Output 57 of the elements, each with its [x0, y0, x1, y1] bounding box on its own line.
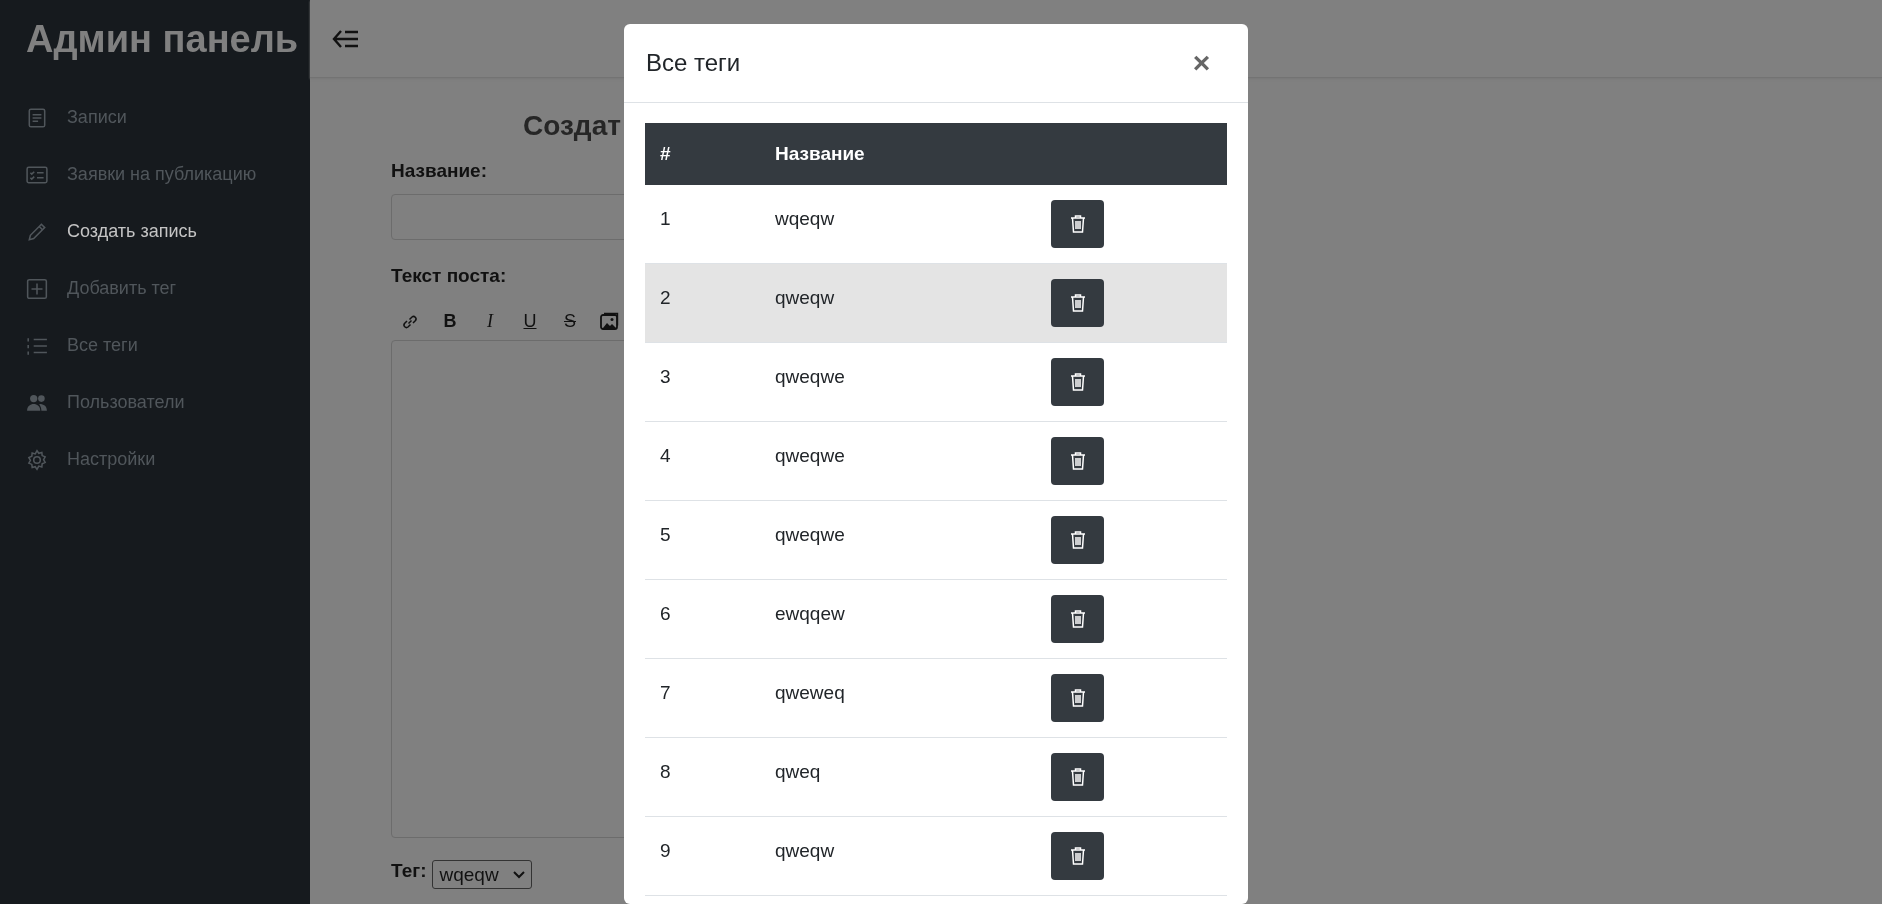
trash-icon	[1068, 214, 1087, 234]
table-cell-text: 6	[659, 602, 672, 626]
sidebar-item[interactable]: Создать запись	[26, 203, 310, 260]
page-heading: Создат	[523, 110, 622, 142]
document-icon	[26, 106, 48, 129]
chevron-down-icon	[512, 869, 525, 880]
trash-icon	[1068, 609, 1087, 629]
delete-button[interactable]	[1051, 595, 1104, 643]
underline-tool[interactable]: U	[515, 311, 545, 332]
trash-icon	[1068, 293, 1087, 313]
delete-button[interactable]	[1051, 753, 1104, 801]
app-title: Админ панель	[26, 17, 300, 62]
field-label: Тег:	[391, 860, 427, 882]
table-cell-text: ewqqew	[774, 602, 846, 626]
delete-button[interactable]	[1051, 832, 1104, 880]
field-label: Текст поста:	[391, 265, 507, 287]
close-button[interactable]: ×	[1175, 39, 1228, 87]
trash-icon	[1068, 451, 1087, 471]
table-cell-text: 3	[659, 365, 672, 389]
tag-select[interactable]: wqeqw	[432, 860, 532, 889]
table-row[interactable]: 2 qweqw	[645, 264, 1227, 343]
table-cell-text: qweqwe	[774, 444, 846, 468]
trash-icon	[1068, 688, 1087, 708]
table-cell-text: qweweq	[774, 681, 846, 705]
table-cell-text: 5	[659, 523, 672, 547]
table-cell-text: wqeqw	[774, 207, 836, 231]
table-cell-text: qweqw	[774, 286, 836, 310]
trash-icon	[1068, 767, 1087, 787]
bold-tool[interactable]: B	[435, 311, 465, 332]
table-cell-text: qweq	[774, 760, 822, 784]
column-header: #	[659, 143, 672, 165]
table-cell-text: qweqw	[774, 839, 836, 863]
delete-button[interactable]	[1051, 674, 1104, 722]
delete-button[interactable]	[1051, 200, 1104, 248]
delete-button[interactable]	[1051, 516, 1104, 564]
trash-icon	[1068, 372, 1087, 392]
trash-icon	[1068, 530, 1087, 550]
trash-icon	[1068, 846, 1087, 866]
pencil-icon	[26, 220, 48, 243]
table-cell-text: 2	[659, 286, 672, 310]
table-cell-text: qweqwe	[774, 523, 846, 547]
field-label: Название:	[391, 160, 487, 182]
table-cell-text: 1	[659, 207, 672, 231]
strikethrough-tool[interactable]: S	[555, 311, 585, 332]
table-cell-text: 9	[659, 839, 672, 863]
modal-title: Все теги	[646, 49, 741, 77]
settings-icon	[26, 448, 48, 471]
table-cell-text: qweqwe	[774, 365, 846, 389]
table-cell-text: 7	[659, 681, 672, 705]
delete-button[interactable]	[1051, 437, 1104, 485]
table-cell-text: 4	[659, 444, 672, 468]
column-header: Название	[774, 143, 866, 165]
delete-button[interactable]	[1051, 279, 1104, 327]
italic-tool[interactable]: I	[475, 311, 505, 332]
delete-button[interactable]	[1051, 358, 1104, 406]
plus-square-icon	[26, 277, 48, 300]
table-cell-text: 8	[659, 760, 672, 784]
